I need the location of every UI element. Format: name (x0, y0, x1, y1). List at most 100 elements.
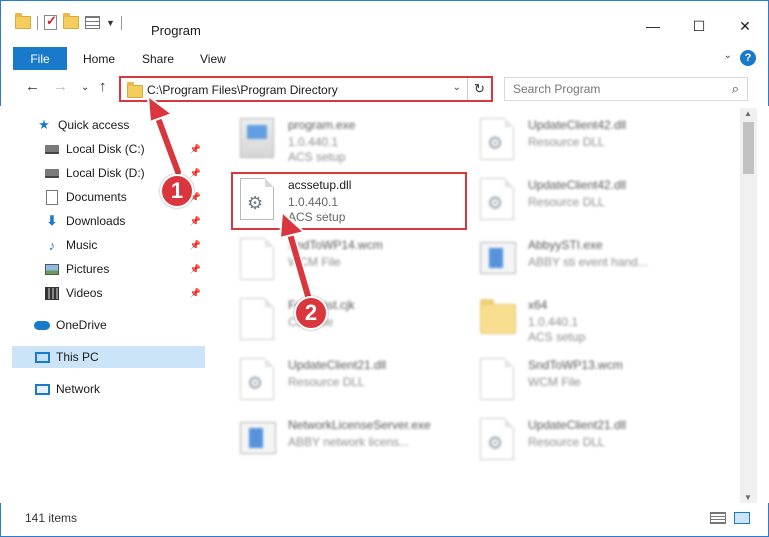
minimize-button[interactable]: — (630, 15, 676, 37)
file-description: Resource DLL (528, 135, 605, 149)
scrollbar-thumb[interactable] (743, 122, 754, 174)
sidebar-item-label: Downloads (66, 214, 126, 228)
maximize-button[interactable]: ☐ (676, 15, 722, 37)
dll-icon: ⚙ (240, 358, 274, 400)
tab-share[interactable]: Share (142, 52, 174, 66)
step-badge-2: 2 (294, 296, 328, 330)
sidebar-item-label: Music (66, 238, 98, 252)
back-button[interactable]: ← (25, 78, 40, 95)
navigation-pane: ★ Quick access Local Disk (C:) 📌 Local D… (12, 108, 205, 503)
help-button[interactable]: ? (740, 50, 756, 66)
app-icon (240, 422, 276, 454)
file-item[interactable]: ⚙ UpdateClient42.dll Resource DLL (456, 170, 696, 228)
tab-file[interactable]: File (13, 47, 67, 70)
file-description: WCM File (528, 375, 581, 389)
search-input[interactable]: Search Program ⌕ (504, 77, 748, 101)
file-name: NetworkLicenseServer.exe (288, 418, 431, 432)
sidebar-item-this-pc[interactable]: This PC (12, 346, 205, 368)
file-item[interactable]: ⚙ UpdateClient21.dll Resource DLL (456, 410, 696, 468)
file-item[interactable]: ⚙ UpdateClient21.dll Resource DLL (216, 350, 456, 408)
search-icon[interactable]: ⌕ (732, 81, 739, 97)
recent-locations-chevron-icon[interactable]: ⌄ (81, 82, 89, 93)
address-dropdown-chevron-icon[interactable]: ⌄ (453, 82, 461, 93)
highlight-box (231, 172, 467, 230)
exe-icon (240, 118, 274, 158)
sidebar-item-label: Local Disk (C:) (66, 142, 145, 156)
file-item[interactable]: ⚙ UpdateClient42.dll Resource DLL (456, 110, 696, 168)
gear-icon: ⚙ (487, 433, 504, 453)
sidebar-item-onedrive[interactable]: OneDrive (34, 314, 205, 336)
file-description: Resource DLL (528, 435, 605, 449)
pictures-icon (45, 263, 59, 275)
tab-view[interactable]: View (200, 52, 226, 66)
folder-icon (480, 299, 516, 334)
folder-icon (127, 82, 143, 98)
address-bar[interactable]: C:\Program Files\Program Directory ⌄ ↻ (119, 76, 493, 102)
status-bar: 141 items (0, 503, 769, 537)
file-name: SndToWP13.wcm (528, 358, 623, 372)
sidebar-item-network[interactable]: Network (34, 378, 205, 400)
file-name: UpdateClient42.dll (528, 118, 627, 132)
pin-icon[interactable]: 📌 (190, 168, 201, 179)
file-item[interactable]: FontsList.cjk CJK File (216, 290, 456, 348)
sidebar-item-label: Videos (66, 286, 103, 300)
folder-icon[interactable] (15, 13, 31, 29)
vertical-scrollbar[interactable]: ▲ ▼ (740, 108, 757, 503)
item-count: 141 items (25, 511, 78, 525)
file-list: program.exe 1.0.440.1 ACS setup ⚙ Update… (208, 108, 740, 503)
sidebar-item-quick-access[interactable]: ★ Quick access (36, 114, 205, 136)
up-button[interactable]: ↑ (99, 78, 107, 95)
file-name: AbbyySTI.exe (528, 238, 603, 252)
sidebar-item-music[interactable]: ♪ Music 📌 (44, 234, 205, 256)
file-name: x64 (528, 298, 548, 312)
drive-icon (45, 144, 59, 154)
ribbon-expand-chevron-icon[interactable]: ⌄ (724, 50, 732, 61)
tiles-view-icon[interactable] (734, 512, 750, 524)
file-item[interactable]: SndToWP14.wcm WCM File (216, 230, 456, 288)
file-name: UpdateClient21.dll (288, 358, 387, 372)
downloads-icon: ⬇ (46, 213, 58, 228)
scroll-up-icon[interactable]: ▲ (744, 109, 752, 118)
title-bar: ▼ Program — ☐ ✕ (0, 0, 769, 44)
forward-button[interactable]: → (53, 78, 68, 95)
file-description: ABBY network licens... (288, 435, 410, 449)
scroll-down-icon[interactable]: ▼ (744, 493, 752, 502)
pin-icon[interactable]: 📌 (190, 216, 201, 227)
search-placeholder: Search Program (513, 82, 601, 96)
sidebar-item-downloads[interactable]: ⬇ Downloads 📌 (44, 210, 205, 232)
documents-icon (46, 189, 58, 205)
file-item[interactable]: NetworkLicenseServer.exe ABBY network li… (216, 410, 456, 468)
pin-icon[interactable]: 📌 (190, 264, 201, 275)
sidebar-item-pictures[interactable]: Pictures 📌 (44, 258, 205, 280)
close-button[interactable]: ✕ (722, 15, 768, 37)
pin-icon[interactable]: 📌 (190, 144, 201, 155)
tab-home[interactable]: Home (83, 52, 115, 66)
toolbar-separator (120, 15, 122, 30)
sidebar-item-videos[interactable]: Videos 📌 (44, 282, 205, 304)
file-item[interactable]: AbbyySTI.exe ABBY sti event hand... (456, 230, 696, 288)
customize-toolbar-chevron-icon[interactable]: ▼ (106, 18, 115, 28)
address-row: ← → ⌄ ↑ C:\Program Files\Program Directo… (0, 72, 769, 106)
pin-icon[interactable]: 📌 (190, 288, 201, 299)
address-path[interactable]: C:\Program Files\Program Directory (147, 83, 338, 97)
new-folder-icon[interactable] (63, 13, 79, 29)
drive-icon (45, 168, 59, 178)
pin-icon[interactable]: 📌 (190, 240, 201, 251)
sidebar-item-label: Quick access (58, 118, 130, 132)
file-description: ACS setup (528, 330, 586, 344)
properties-icon[interactable] (85, 16, 100, 29)
gear-icon: ⚙ (247, 373, 264, 393)
file-item[interactable]: SndToWP13.wcm WCM File (456, 350, 696, 408)
details-view-icon[interactable] (710, 512, 726, 524)
file-item[interactable]: program.exe 1.0.440.1 ACS setup (216, 110, 456, 168)
file-version: 1.0.440.1 (528, 315, 579, 329)
this-pc-icon (34, 351, 50, 363)
file-icon (240, 238, 274, 280)
sidebar-item-label: Documents (66, 190, 127, 204)
star-icon: ★ (38, 117, 50, 132)
file-item[interactable]: x64 1.0.440.1 ACS setup (456, 290, 696, 348)
sidebar-item-local-disk-c[interactable]: Local Disk (C:) 📌 (44, 138, 205, 160)
file-version: 1.0.440.1 (288, 135, 339, 149)
refresh-button[interactable]: ↻ (467, 78, 491, 100)
properties-check-icon[interactable] (44, 13, 57, 30)
